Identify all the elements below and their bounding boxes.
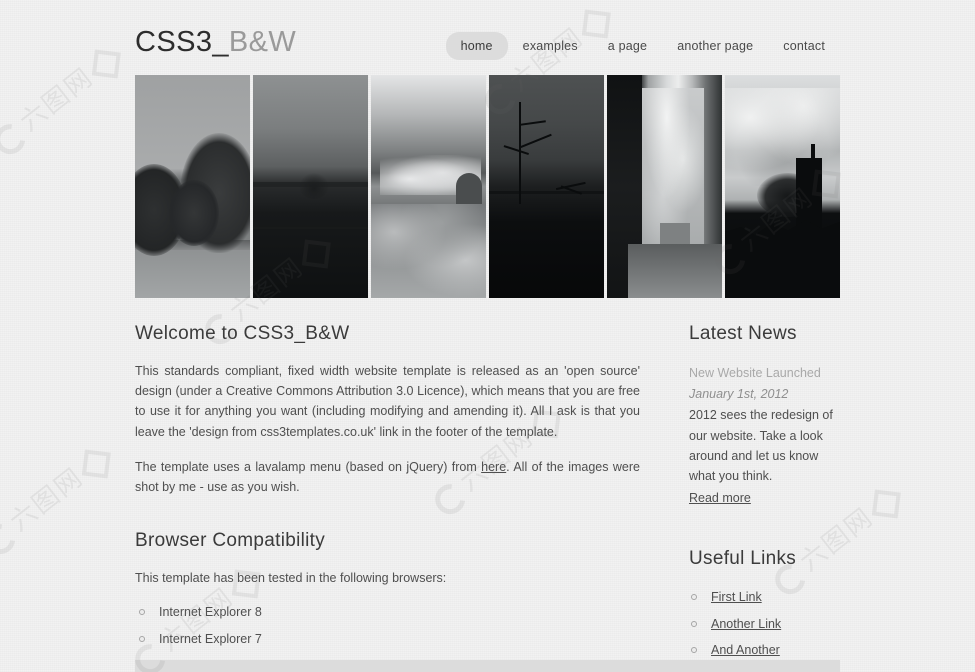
gallery-image-abbey-ruins-with-trees[interactable] [371, 75, 486, 298]
watermark-diamond-icon [91, 49, 121, 79]
gallery-image-dusk-field-lone-tree[interactable] [253, 75, 368, 298]
watermark-brand-text: 六图网 [4, 462, 89, 537]
useful-link-and-another[interactable]: And Another [711, 643, 780, 657]
browser-intro-text: This template has been tested in the fol… [135, 571, 447, 586]
watermark-diamond-icon [81, 449, 111, 479]
primary-navigation: home examples a page another page contac… [445, 22, 840, 60]
watermark-brand-text: 六图网 [14, 62, 99, 137]
nav-item-examples[interactable]: examples [508, 32, 593, 60]
paragraph-2-prefix: The template uses a lavalamp menu (based… [135, 459, 482, 474]
sidebar-column: Latest News New Website Launched January… [689, 323, 840, 672]
gallery-image-stone-ruin-wall[interactable] [607, 75, 722, 298]
site-logo[interactable]: CSS3_B&W [135, 22, 296, 57]
page-wrapper: CSS3_B&W home examples a page another pa… [135, 0, 840, 672]
latest-news-heading: Latest News [689, 323, 797, 344]
gallery-image-trees-over-ruin-field[interactable] [135, 75, 250, 298]
welcome-paragraph-2: The template uses a lavalamp menu (based… [135, 457, 640, 498]
list-item: Another Link [689, 616, 840, 632]
useful-link-first[interactable]: First Link [711, 590, 762, 604]
welcome-heading: Welcome to CSS3_B&W [135, 323, 350, 344]
news-item-date: January 1st, 2012 [689, 386, 789, 401]
useful-links-heading: Useful Links [689, 548, 797, 570]
useful-link-another[interactable]: Another Link [711, 617, 781, 631]
list-item: Internet Explorer 7 [135, 631, 640, 647]
list-item: First Link [689, 589, 840, 605]
logo-accent-text: B&W [228, 26, 297, 58]
welcome-paragraph-1: This standards compliant, fixed width we… [135, 363, 640, 439]
logo-primary-text: CSS3_ [135, 26, 229, 58]
nav-item-a-page[interactable]: a page [593, 32, 662, 60]
gallery-image-bare-branch-silhouette[interactable] [489, 75, 604, 298]
news-read-more-link[interactable]: Read more [689, 488, 751, 508]
watermark-ring-icon [0, 518, 22, 561]
watermark-ring-icon [0, 118, 32, 161]
gallery-image-castle-tower-skyline[interactable] [725, 75, 840, 298]
browser-compatibility-heading: Browser Compatibility [135, 530, 326, 552]
watermark-diamond-icon [871, 489, 901, 519]
site-header: CSS3_B&W home examples a page another pa… [135, 22, 840, 74]
content-area: Welcome to CSS3_B&W This standards compl… [135, 298, 840, 672]
nav-item-home[interactable]: home [445, 32, 508, 60]
nav-item-another-page[interactable]: another page [662, 32, 768, 60]
lavalamp-here-link[interactable]: here [481, 460, 506, 474]
main-column: Welcome to CSS3_B&W This standards compl… [135, 323, 640, 672]
news-item-title: New Website Launched [689, 365, 821, 380]
news-item-body: 2012 sees the redesign of our website. T… [689, 408, 833, 484]
nav-item-contact[interactable]: contact [768, 32, 840, 60]
image-gallery-strip [135, 75, 840, 298]
list-item: And Another [689, 642, 840, 658]
list-item: Internet Explorer 8 [135, 604, 640, 620]
footer-bar [0, 660, 975, 672]
